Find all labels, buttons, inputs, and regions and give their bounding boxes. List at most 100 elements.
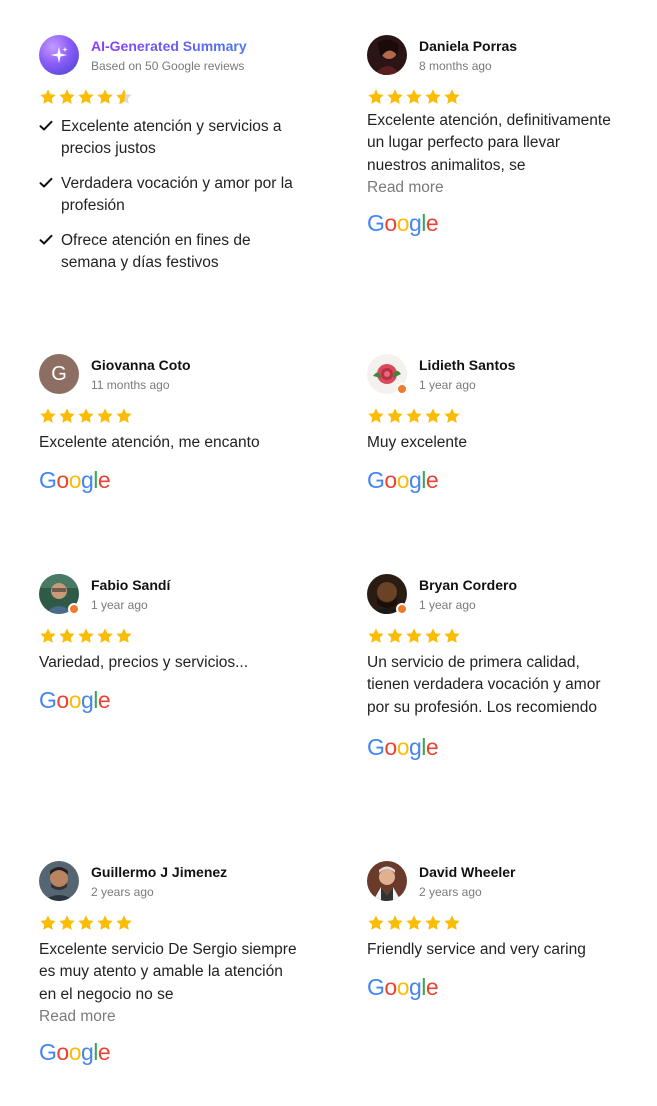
google-logo-icon[interactable] — [39, 1040, 115, 1066]
avatar-letter: G — [51, 362, 67, 385]
star-icon — [405, 407, 423, 425]
review-text: Excelente atención, me encanto — [39, 434, 260, 451]
google-logo-icon[interactable] — [367, 211, 443, 237]
star-icon — [39, 627, 57, 645]
avatar[interactable] — [39, 861, 79, 901]
review-text: Excelente atención, definitivamente un l… — [367, 112, 611, 174]
star-icon — [386, 407, 404, 425]
star-icon — [96, 88, 114, 106]
google-logo-icon[interactable] — [367, 735, 443, 761]
rating-stars — [367, 88, 617, 108]
reviewer-name[interactable]: Daniela Porras — [419, 37, 517, 55]
reviewer-name[interactable]: Fabio Sandí — [91, 576, 170, 594]
star-icon — [443, 407, 461, 425]
star-icon — [96, 407, 114, 425]
star-icon — [405, 627, 423, 645]
star-icon — [58, 914, 76, 932]
star-icon — [96, 914, 114, 932]
review-card: G Giovanna Coto 11 months ago Excelente … — [39, 353, 299, 494]
rating-stars — [367, 914, 617, 934]
star-icon — [367, 914, 385, 932]
review-card: Guillermo J Jimenez 2 years ago Excelent… — [39, 860, 299, 1066]
summary-points: Excelente atención y servicios a precios… — [39, 116, 299, 274]
star-icon — [77, 914, 95, 932]
google-logo-icon[interactable] — [39, 468, 115, 494]
review-date: 2 years ago — [91, 884, 154, 899]
star-icon — [96, 627, 114, 645]
reviewer-name[interactable]: David Wheeler — [419, 863, 515, 881]
star-icon — [39, 914, 57, 932]
review-text: Variedad, precios y servicios... — [39, 654, 249, 671]
google-logo-icon[interactable] — [367, 468, 443, 494]
review-date: 2 years ago — [419, 884, 482, 899]
star-icon — [443, 88, 461, 106]
star-half-icon — [115, 88, 133, 106]
summary-point: Verdadera vocación y amor por la profesi… — [39, 173, 299, 218]
review-date: 1 year ago — [91, 597, 148, 612]
check-icon — [39, 177, 53, 188]
google-logo-icon[interactable] — [367, 975, 443, 1001]
avatar[interactable] — [39, 574, 80, 615]
star-icon — [386, 627, 404, 645]
star-icon — [367, 627, 385, 645]
summary-rating-stars — [39, 88, 299, 108]
summary-point-text: Excelente atención y servicios a precios… — [61, 118, 282, 158]
star-icon — [77, 407, 95, 425]
star-icon — [424, 407, 442, 425]
star-icon — [443, 627, 461, 645]
review-text: Muy excelente — [367, 434, 467, 451]
star-icon — [77, 88, 95, 106]
star-icon — [115, 627, 133, 645]
avatar[interactable] — [367, 354, 408, 395]
reviewer-name[interactable]: Lidieth Santos — [419, 356, 515, 374]
star-icon — [39, 407, 57, 425]
star-icon — [443, 914, 461, 932]
star-icon — [424, 88, 442, 106]
rating-stars — [367, 627, 617, 647]
rating-stars — [39, 627, 299, 647]
summary-point-text: Ofrece atención en fines de semana y día… — [61, 231, 251, 272]
read-more-link[interactable]: Read more — [39, 1006, 299, 1028]
ai-summary-header: AI-Generated Summary Based on 50 Google … — [39, 34, 299, 76]
review-date: 1 year ago — [419, 377, 476, 392]
review-card: Bryan Cordero 1 year ago Un servicio de … — [367, 573, 617, 761]
rating-stars — [39, 914, 299, 934]
ai-summary-subtitle: Based on 50 Google reviews — [91, 58, 245, 73]
check-icon — [39, 120, 53, 131]
summary-point-text: Verdadera vocación y amor por la profesi… — [61, 174, 293, 215]
reviewer-name[interactable]: Giovanna Coto — [91, 356, 191, 374]
review-date: 1 year ago — [419, 597, 476, 612]
review-card: Fabio Sandí 1 year ago Variedad, precios… — [39, 573, 299, 714]
avatar[interactable] — [367, 574, 408, 615]
ai-summary-card: AI-Generated Summary Based on 50 Google … — [39, 34, 299, 286]
reviewer-name[interactable]: Guillermo J Jimenez — [91, 863, 227, 881]
review-card: David Wheeler 2 years ago Friendly servi… — [367, 860, 617, 1001]
star-icon — [115, 914, 133, 932]
check-icon — [39, 234, 53, 245]
sparkle-icon — [39, 35, 79, 75]
summary-point: Excelente atención y servicios a precios… — [39, 116, 299, 161]
star-icon — [58, 407, 76, 425]
review-date: 8 months ago — [419, 58, 492, 73]
star-icon — [424, 627, 442, 645]
star-icon — [39, 88, 57, 106]
read-more-link[interactable]: Read more — [367, 177, 617, 199]
rating-stars — [39, 407, 299, 427]
star-icon — [58, 627, 76, 645]
review-card: Daniela Porras 8 months ago Excelente at… — [367, 34, 617, 237]
rating-stars — [367, 407, 617, 427]
star-icon — [386, 88, 404, 106]
avatar[interactable] — [367, 861, 407, 901]
star-icon — [405, 88, 423, 106]
review-card: Lidieth Santos 1 year ago Muy excelente — [367, 353, 617, 494]
star-icon — [424, 914, 442, 932]
google-logo-icon[interactable] — [39, 688, 115, 714]
reviewer-name[interactable]: Bryan Cordero — [419, 576, 517, 594]
star-icon — [367, 407, 385, 425]
avatar[interactable] — [367, 35, 407, 75]
avatar[interactable]: G — [39, 354, 79, 394]
review-date: 11 months ago — [91, 377, 170, 392]
review-text: Excelente servicio De Sergio siempre es … — [39, 941, 297, 1003]
review-text: Friendly service and very caring — [367, 941, 586, 958]
star-icon — [405, 914, 423, 932]
